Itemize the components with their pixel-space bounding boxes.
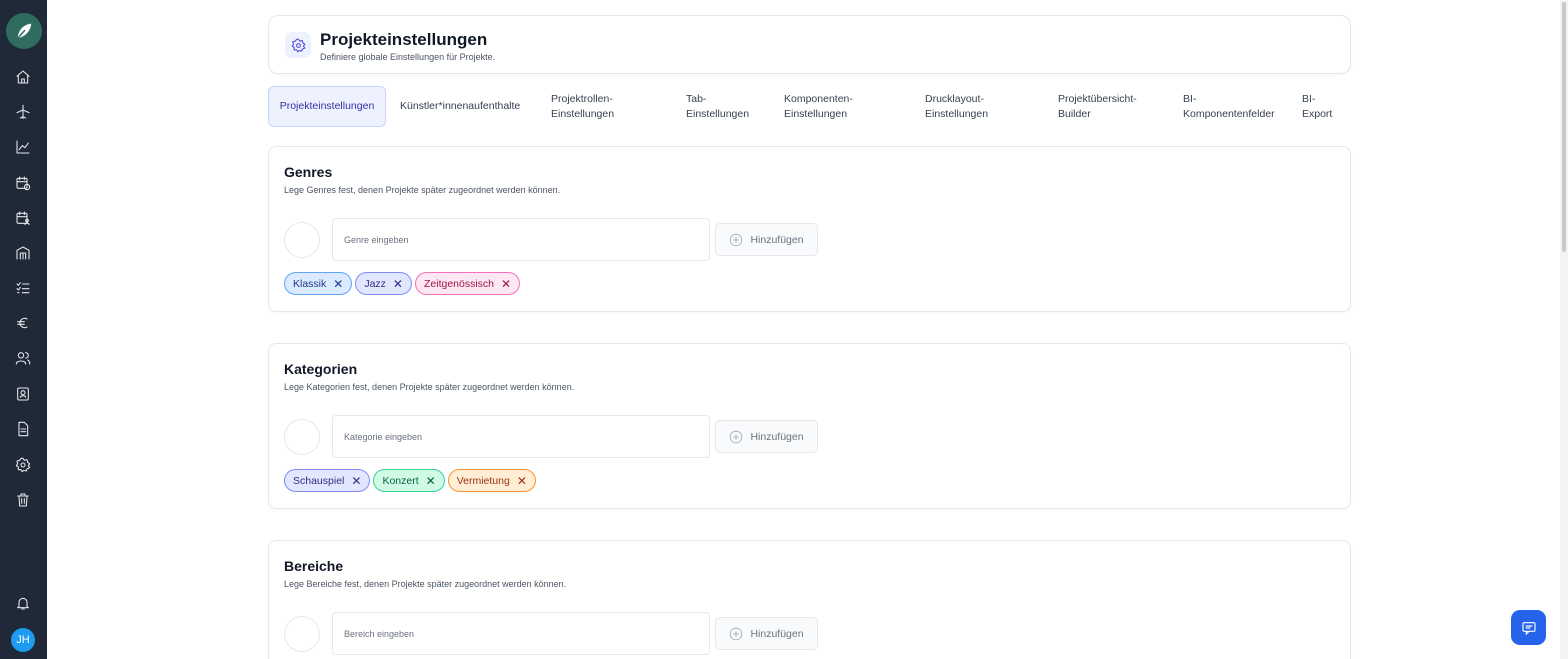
tag-jazz: Jazz ✕ <box>355 272 412 295</box>
users-icon[interactable] <box>13 348 33 368</box>
section-subtitle: Lege Genres fest, denen Projekte später … <box>284 185 561 195</box>
tab-kuenstlerinnenaufenthalte[interactable]: Künstler*innenaufenthalte <box>400 99 520 114</box>
remove-icon[interactable]: ✕ <box>351 475 361 487</box>
chat-button[interactable] <box>1511 610 1546 645</box>
genre-input[interactable] <box>332 218 710 261</box>
add-genre-button[interactable]: Hinzufügen <box>715 223 818 256</box>
tag-label: Klassik <box>293 277 327 290</box>
plus-circle-icon <box>730 430 743 443</box>
section-title: Bereiche <box>284 558 344 574</box>
tag-list: Klassik ✕ Jazz ✕ Zeitgenössisch ✕ <box>284 272 521 295</box>
remove-icon[interactable]: ✕ <box>501 278 511 290</box>
scrollbar-thumb[interactable] <box>1562 2 1566 252</box>
avatar[interactable]: JH <box>11 628 35 652</box>
add-button-label: Hinzufügen <box>750 233 804 246</box>
color-picker[interactable] <box>284 222 320 258</box>
area-input[interactable] <box>332 612 710 655</box>
sidebar: JH <box>0 0 47 659</box>
tab-bi-komponentenfelder[interactable]: BI-Komponentenfelder <box>1183 92 1283 121</box>
tab-projektrollen[interactable]: Projektrollen-Einstellungen <box>551 92 661 121</box>
bell-icon[interactable] <box>13 593 33 613</box>
section-title: Kategorien <box>284 361 358 377</box>
tag-label: Schauspiel <box>293 474 345 487</box>
page-title: Projekteinstellungen <box>320 30 488 49</box>
remove-icon[interactable]: ✕ <box>517 475 527 487</box>
plane-icon[interactable] <box>13 102 33 122</box>
euro-icon[interactable] <box>13 313 33 333</box>
calendar-clock-icon[interactable] <box>13 173 33 193</box>
add-category-button[interactable]: Hinzufügen <box>715 420 818 453</box>
tag-klassik: Klassik ✕ <box>284 272 353 295</box>
tag-konzert: Konzert ✕ <box>373 469 445 492</box>
trash-icon[interactable] <box>13 490 33 510</box>
building-icon[interactable] <box>13 243 33 263</box>
tag-label: Zeitgenössisch <box>423 277 495 290</box>
tag-label: Vermietung <box>456 474 510 487</box>
page-subtitle: Definiere globale Einstellungen für Proj… <box>320 52 496 62</box>
remove-icon[interactable]: ✕ <box>393 278 403 290</box>
page-header: Projekteinstellungen Definiere globale E… <box>268 15 1351 74</box>
plus-circle-icon <box>730 627 743 640</box>
remove-icon[interactable]: ✕ <box>426 475 436 487</box>
tab-komponenten[interactable]: Komponenten-Einstellungen <box>784 92 874 121</box>
tag-schauspiel: Schauspiel ✕ <box>284 469 371 492</box>
tab-drucklayout[interactable]: Drucklayout-Einstellungen <box>925 92 1015 121</box>
calendar-user-icon[interactable] <box>13 208 33 228</box>
add-area-button[interactable]: Hinzufügen <box>715 617 818 650</box>
tag-list: Schauspiel ✕ Konzert ✕ Vermietung ✕ <box>284 469 536 492</box>
tag-label: Konzert <box>382 474 419 487</box>
section-genres: Genres Lege Genres fest, denen Projekte … <box>268 146 1351 312</box>
add-button-label: Hinzufügen <box>750 430 804 443</box>
section-subtitle: Lege Kategorien fest, denen Projekte spä… <box>284 382 575 392</box>
page-scrollbar[interactable] <box>1560 0 1568 659</box>
remove-icon[interactable]: ✕ <box>333 278 343 290</box>
gear-icon <box>285 32 311 58</box>
tab-projektuebersicht-builder[interactable]: Projektübersicht-Builder <box>1058 92 1154 121</box>
category-input[interactable] <box>332 415 710 458</box>
add-button-label: Hinzufügen <box>750 627 804 640</box>
tag-vermietung: Vermietung ✕ <box>447 469 536 492</box>
checklist-icon[interactable] <box>13 278 33 298</box>
document-icon[interactable] <box>13 419 33 439</box>
tab-bi-export[interactable]: BI-Export <box>1302 92 1342 121</box>
contacts-icon[interactable] <box>13 384 33 404</box>
section-bereiche: Bereiche Lege Bereiche fest, denen Proje… <box>268 540 1351 659</box>
color-picker[interactable] <box>284 616 320 652</box>
plus-circle-icon <box>730 233 743 246</box>
section-title: Genres <box>284 164 333 180</box>
section-subtitle: Lege Bereiche fest, denen Projekte späte… <box>284 579 567 589</box>
home-icon[interactable] <box>13 67 33 87</box>
gear-icon[interactable] <box>13 455 33 475</box>
tag-zeitgenoessisch: Zeitgenössisch ✕ <box>414 272 521 295</box>
section-kategorien: Kategorien Lege Kategorien fest, denen P… <box>268 343 1351 509</box>
app-logo[interactable] <box>6 13 42 49</box>
color-picker[interactable] <box>284 419 320 455</box>
tag-label: Jazz <box>364 277 386 290</box>
chart-icon[interactable] <box>13 137 33 157</box>
chat-icon <box>1521 621 1536 635</box>
tab-projekteinstellungen[interactable]: Projekteinstellungen <box>268 86 386 127</box>
tab-tab-einstellungen[interactable]: Tab-Einstellungen <box>686 92 758 121</box>
